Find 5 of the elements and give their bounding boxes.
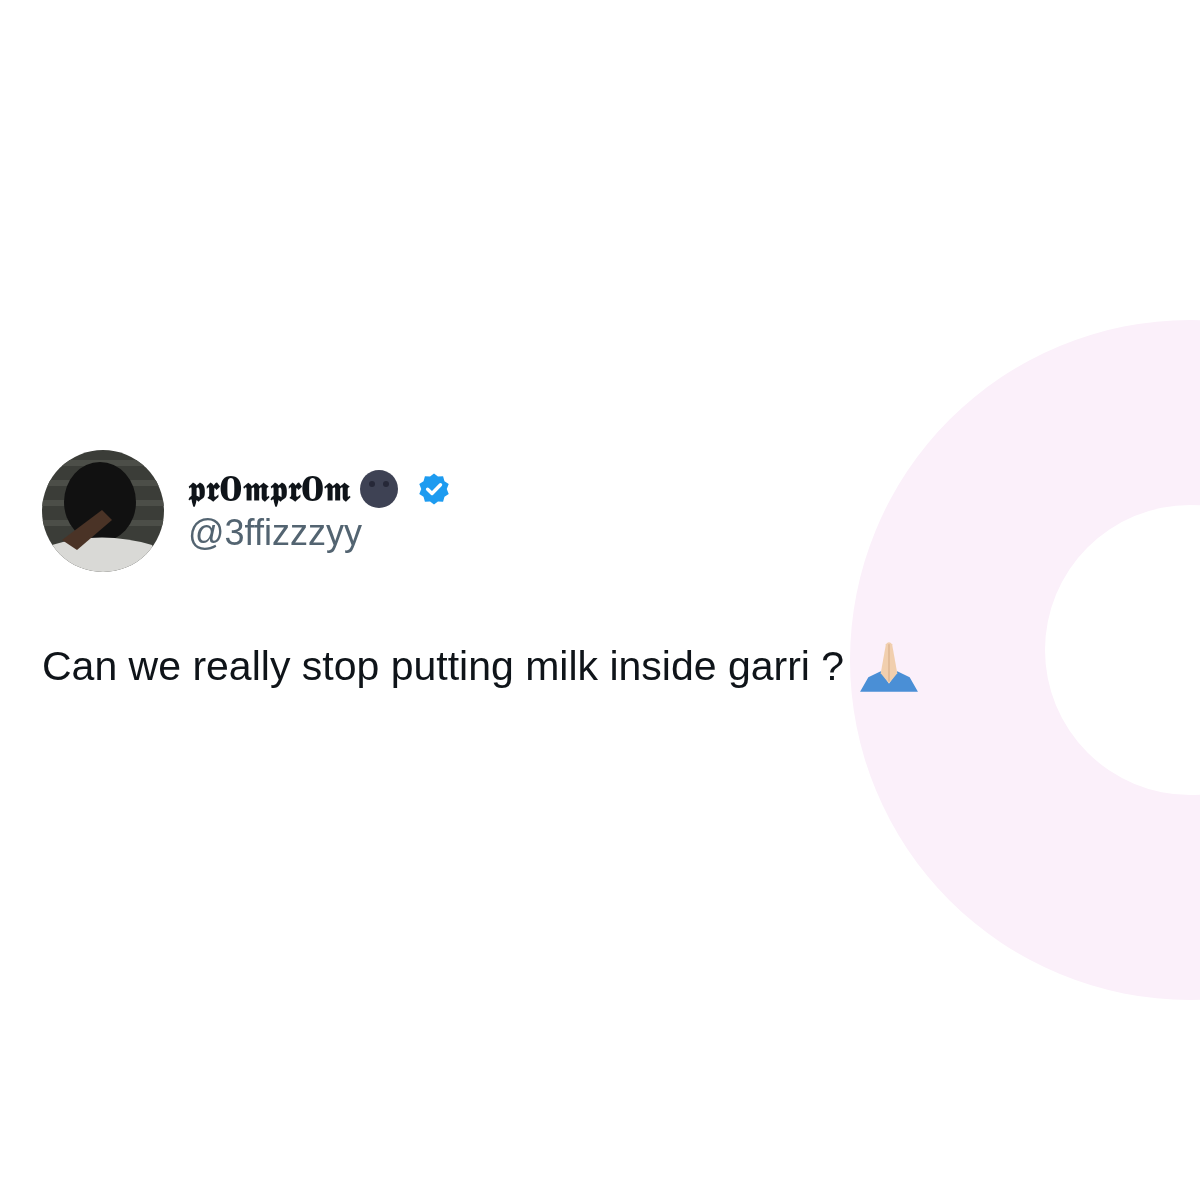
tweet-text: Can we really stop putting milk inside garri ? [42,642,845,690]
display-name: 𝖕𝖗𝟎𝖒𝖕𝖗𝟎𝖒 [188,468,352,510]
moon-icon [359,469,400,509]
user-handle: @3ffizzzyy [188,511,363,554]
praying-hands-icon [858,640,921,692]
